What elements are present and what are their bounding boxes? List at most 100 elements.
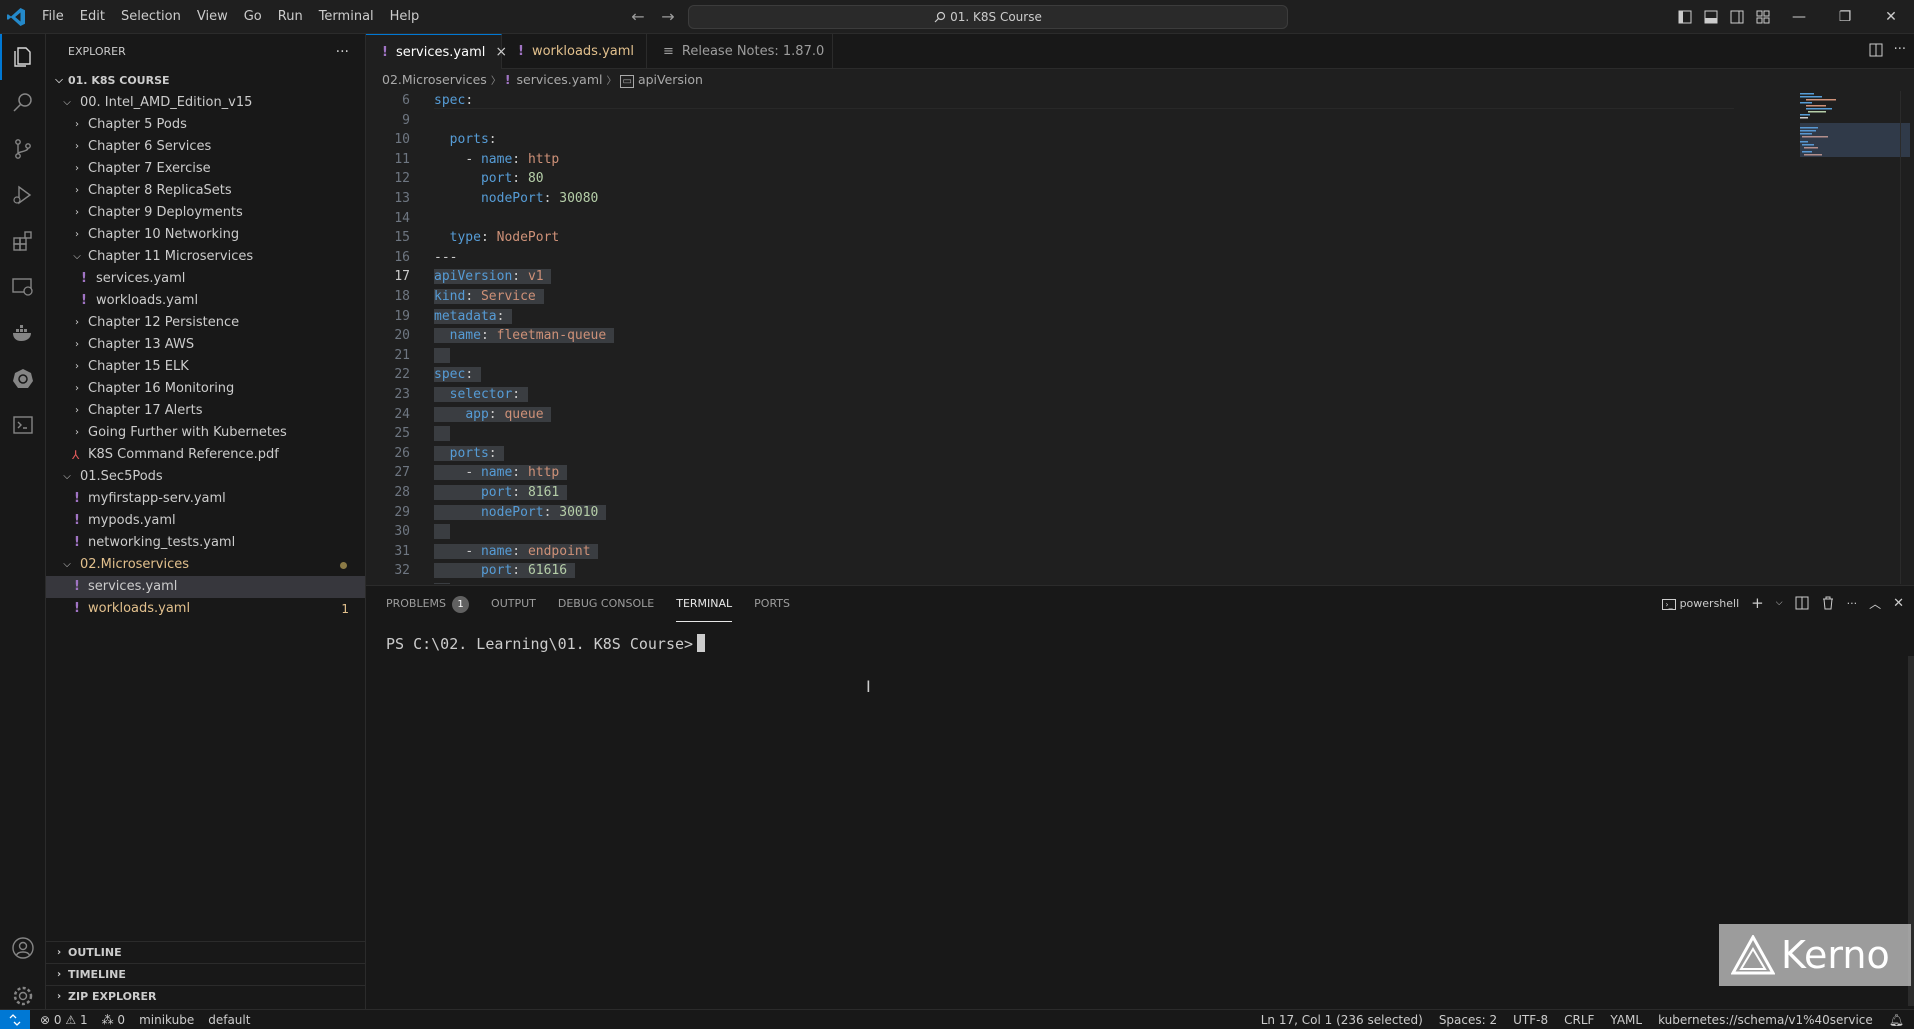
- outline-section[interactable]: › OUTLINE: [46, 941, 365, 963]
- menu-run[interactable]: Run: [270, 0, 311, 34]
- breadcrumb-folder[interactable]: 02.Microservices: [382, 72, 487, 87]
- tree-folder[interactable]: ⌵ 02.Microservices: [46, 554, 365, 576]
- tree-file[interactable]: ! myfirstapp-serv.yaml: [46, 488, 365, 510]
- tree-folder[interactable]: › Chapter 17 Alerts: [46, 400, 365, 422]
- close-window-icon[interactable]: ✕: [1868, 0, 1914, 34]
- ports-status[interactable]: ⁂ 0: [102, 1010, 125, 1029]
- status-right: Ln 17, Col 1 (236 selected) Spaces: 2 UT…: [1261, 1010, 1904, 1029]
- terminal-output[interactable]: PS C:\02. Learning\01. K8S Course>: [386, 634, 706, 653]
- menu-help[interactable]: Help: [382, 0, 428, 34]
- tree-folder[interactable]: › Chapter 8 ReplicaSets: [46, 180, 365, 202]
- tree-file[interactable]: ! workloads.yaml 1: [46, 598, 365, 620]
- command-center[interactable]: 01. K8S Course: [688, 5, 1288, 29]
- kube-context-status[interactable]: minikube: [139, 1010, 194, 1029]
- docker-icon[interactable]: [0, 310, 46, 356]
- explorer-more-actions-icon[interactable]: ···: [336, 44, 349, 60]
- tree-folder[interactable]: ⌵ 01.Sec5Pods: [46, 466, 365, 488]
- kube-namespace-status[interactable]: default: [208, 1010, 250, 1029]
- terminal-shell-selector[interactable]: ›_ powershell: [1662, 597, 1739, 610]
- breadcrumb-symbol[interactable]: apiVersion: [638, 72, 703, 87]
- tree-folder[interactable]: › Chapter 16 Monitoring: [46, 378, 365, 400]
- indentation-status[interactable]: Spaces: 2: [1439, 1010, 1497, 1029]
- menu-selection[interactable]: Selection: [113, 0, 189, 34]
- line-content: ---: [434, 249, 458, 265]
- forward-arrow-icon[interactable]: →: [658, 7, 678, 27]
- chevron-down-icon: ⌵: [63, 97, 71, 108]
- terminal-view-icon[interactable]: [0, 402, 46, 448]
- tree-folder[interactable]: › Chapter 15 ELK: [46, 356, 365, 378]
- tab-problems[interactable]: PROBLEMS 1: [386, 586, 470, 622]
- kubernetes-icon[interactable]: [0, 356, 46, 402]
- more-actions-icon[interactable]: ···: [1847, 597, 1858, 610]
- close-panel-icon[interactable]: ✕: [1893, 596, 1904, 611]
- extensions-icon[interactable]: [0, 218, 46, 264]
- tab-services-yaml[interactable]: ! services.yaml ×: [366, 34, 507, 69]
- tree-file[interactable]: ! networking_tests.yaml: [46, 532, 365, 554]
- problems-status[interactable]: ⊗ 0 ⚠ 1: [40, 1010, 88, 1029]
- tab-workloads-yaml[interactable]: !workloads.yaml 1: [502, 34, 647, 94]
- toggle-panel-icon[interactable]: [1698, 0, 1724, 34]
- toggle-primary-sidebar-icon[interactable]: [1672, 0, 1698, 34]
- toggle-secondary-sidebar-icon[interactable]: [1724, 0, 1750, 34]
- tree-file[interactable]: ⅄ K8S Command Reference.pdf: [46, 444, 365, 466]
- split-editor-icon[interactable]: [1868, 42, 1884, 58]
- tree-folder[interactable]: › Chapter 9 Deployments: [46, 202, 365, 224]
- tree-folder[interactable]: › Chapter 12 Persistence: [46, 312, 365, 334]
- tab-terminal[interactable]: TERMINAL: [676, 587, 733, 622]
- breadcrumb-file[interactable]: services.yaml: [517, 72, 603, 87]
- tree-folder[interactable]: › Chapter 10 Networking: [46, 224, 365, 246]
- eol-status[interactable]: CRLF: [1564, 1010, 1594, 1029]
- search-icon[interactable]: [0, 80, 46, 126]
- remote-explorer-icon[interactable]: [0, 264, 46, 310]
- tab-output[interactable]: OUTPUT: [491, 586, 536, 622]
- tree-folder[interactable]: › Chapter 6 Services: [46, 136, 365, 158]
- source-control-icon[interactable]: [0, 126, 46, 172]
- tab-release-notes[interactable]: ≡ Release Notes: 1.87.0: [647, 34, 833, 69]
- notifications-bell-icon[interactable]: 🔔︎: [1889, 1010, 1904, 1029]
- cursor-position-status[interactable]: Ln 17, Col 1 (236 selected): [1261, 1010, 1423, 1029]
- restore-icon[interactable]: ❐: [1822, 0, 1868, 34]
- back-arrow-icon[interactable]: ←: [628, 7, 648, 27]
- encoding-status[interactable]: UTF-8: [1513, 1010, 1548, 1029]
- editor-scrollbar[interactable]: [1900, 91, 1914, 584]
- run-debug-icon[interactable]: [0, 172, 46, 218]
- chevron-down-icon[interactable]: ⌵: [1776, 598, 1783, 608]
- split-terminal-icon[interactable]: [1795, 596, 1809, 610]
- tree-folder[interactable]: › Chapter 7 Exercise: [46, 158, 365, 180]
- tab-debug-console[interactable]: DEBUG CONSOLE: [558, 586, 654, 622]
- tree-folder[interactable]: ⌵ 00. Intel_AMD_Edition_v15: [46, 92, 365, 114]
- tab-ports[interactable]: PORTS: [754, 586, 790, 622]
- menu-terminal[interactable]: Terminal: [311, 0, 382, 34]
- menu-edit[interactable]: Edit: [72, 0, 113, 34]
- minimize-icon[interactable]: —: [1776, 0, 1822, 34]
- tree-root-folder[interactable]: ⌵ 01. K8S COURSE: [46, 70, 365, 92]
- tree-folder[interactable]: › Going Further with Kubernetes: [46, 422, 365, 444]
- tree-file[interactable]: ! mypods.yaml: [46, 510, 365, 532]
- timeline-section[interactable]: › TIMELINE: [46, 963, 365, 985]
- tree-file[interactable]: ! workloads.yaml: [46, 290, 365, 312]
- kill-terminal-trash-icon[interactable]: [1821, 596, 1835, 610]
- language-mode-status[interactable]: YAML: [1610, 1010, 1642, 1029]
- menu-go[interactable]: Go: [236, 0, 270, 34]
- code-editor[interactable]: 6 spec: 9 10 ports: 11 - name: http 12 port: …: [366, 91, 1914, 584]
- mouse-ibeam-cursor-icon: I: [866, 677, 871, 696]
- minimap[interactable]: [1794, 91, 1910, 584]
- tree-file-selected[interactable]: ! services.yaml: [46, 576, 365, 598]
- menu-file[interactable]: File: [34, 0, 72, 34]
- customize-layout-icon[interactable]: [1750, 0, 1776, 34]
- maximize-panel-icon[interactable]: ︿: [1869, 595, 1881, 612]
- new-terminal-icon[interactable]: +: [1751, 594, 1764, 612]
- explorer-icon[interactable]: [0, 34, 46, 80]
- menu-view[interactable]: View: [189, 0, 236, 34]
- minimap-viewport[interactable]: [1800, 123, 1910, 157]
- tree-folder[interactable]: › Chapter 13 AWS: [46, 334, 365, 356]
- accounts-icon[interactable]: [0, 925, 46, 971]
- tree-folder[interactable]: ⌵ Chapter 11 Microservices: [46, 246, 365, 268]
- zip-explorer-section[interactable]: › ZIP EXPLORER: [46, 985, 365, 1007]
- tree-folder[interactable]: › Chapter 5 Pods: [46, 114, 365, 136]
- chevron-right-icon: ›: [56, 969, 62, 980]
- tree-file[interactable]: ! services.yaml: [46, 268, 365, 290]
- yaml-schema-status[interactable]: kubernetes://schema/v1%40service: [1658, 1010, 1873, 1029]
- remote-indicator-icon[interactable]: [0, 1010, 30, 1029]
- more-actions-icon[interactable]: ···: [1894, 42, 1906, 58]
